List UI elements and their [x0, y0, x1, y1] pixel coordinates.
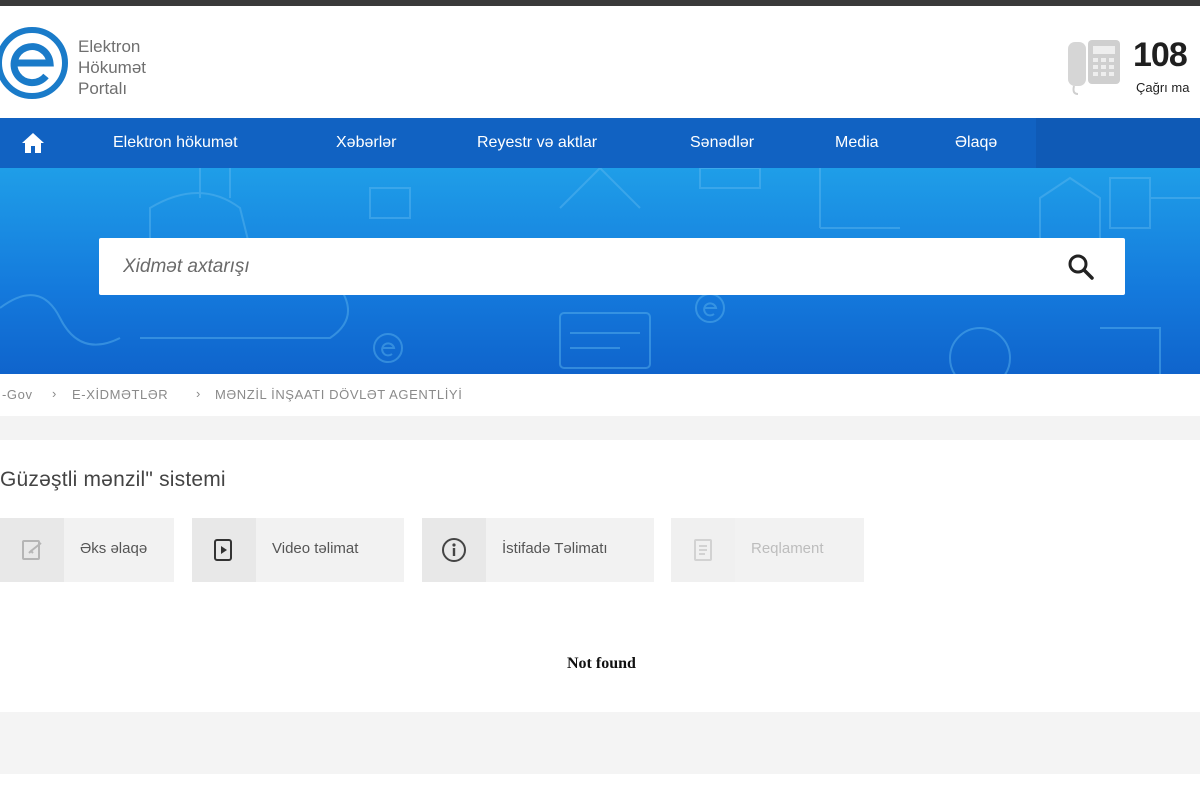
- feedback-label: Əks əlaqə: [80, 540, 148, 557]
- feedback-icon: [22, 540, 42, 560]
- nav-item-xeberler[interactable]: Xəbərlər: [336, 118, 396, 168]
- divider-band: [0, 416, 1200, 440]
- call-center-label: Çağrı ma: [1136, 80, 1190, 95]
- nav-item-reyestr[interactable]: Reyestr və aktlar: [477, 118, 597, 168]
- page-title: Güzəştli mənzil" sistemi: [0, 468, 226, 491]
- breadcrumb: -Gov › E-XİDMƏTLƏR › MƏNZİL İNŞAATI DÖVL…: [0, 374, 1200, 416]
- logo-line-1: Elektron: [78, 37, 141, 56]
- phone-icon: [1068, 40, 1120, 95]
- video-icon-box: [192, 518, 256, 582]
- feedback-button[interactable]: Əks əlaqə: [0, 518, 174, 582]
- footer-band: [0, 712, 1200, 774]
- nav-item-media[interactable]: Media: [835, 118, 879, 168]
- regulation-label: Reqlament: [751, 540, 824, 557]
- call-center-number[interactable]: 108: [1133, 36, 1188, 75]
- not-found-message: Not found: [567, 655, 636, 672]
- user-guide-label: İstifadə Təlimatı: [502, 540, 608, 557]
- search-box: [99, 238, 1125, 295]
- user-guide-button[interactable]: İstifadə Təlimatı: [422, 518, 654, 582]
- egov-logo-icon[interactable]: [0, 20, 70, 106]
- breadcrumb-separator: ›: [52, 386, 57, 401]
- feedback-icon-box: [0, 518, 64, 582]
- document-icon-box: [671, 518, 735, 582]
- breadcrumb-item-agency[interactable]: MƏNZİL İNŞAATI DÖVLƏT AGENTLİYİ: [215, 387, 462, 402]
- nav-item-elaqe[interactable]: Əlaqə: [955, 118, 997, 168]
- video-guide-button[interactable]: Video təlimat: [192, 518, 404, 582]
- logo-line-3: Portalı: [78, 79, 128, 98]
- logo-text[interactable]: Elektron Hökumət Portalı: [78, 36, 146, 99]
- document-icon: [694, 539, 712, 561]
- breadcrumb-item-egov[interactable]: -Gov: [2, 387, 33, 402]
- breadcrumb-separator: ›: [196, 386, 201, 401]
- nav-home[interactable]: [0, 118, 66, 168]
- breadcrumb-item-e-xidmetler[interactable]: E-XİDMƏTLƏR: [72, 387, 168, 402]
- info-icon: [442, 538, 466, 562]
- search-button[interactable]: [1061, 248, 1101, 285]
- site-header: Elektron Hökumət Portalı 108 Çağrı ma: [0, 6, 1200, 118]
- logo-line-2: Hökumət: [78, 58, 147, 77]
- regulation-button[interactable]: Reqlament: [671, 518, 864, 582]
- home-icon: [22, 133, 44, 153]
- search-icon: [1068, 254, 1094, 280]
- nav-item-elektron-hokumet[interactable]: Elektron hökumət: [113, 118, 238, 168]
- info-icon-box: [422, 518, 486, 582]
- main-nav: Elektron hökumət Xəbərlər Reyestr və akt…: [0, 118, 1200, 168]
- video-icon: [214, 539, 232, 561]
- nav-item-senedler[interactable]: Sənədlər: [690, 118, 754, 168]
- search-hero: [0, 168, 1200, 374]
- nav-right-block: [1036, 118, 1200, 168]
- service-search-input[interactable]: [99, 238, 1059, 295]
- video-guide-label: Video təlimat: [272, 540, 359, 557]
